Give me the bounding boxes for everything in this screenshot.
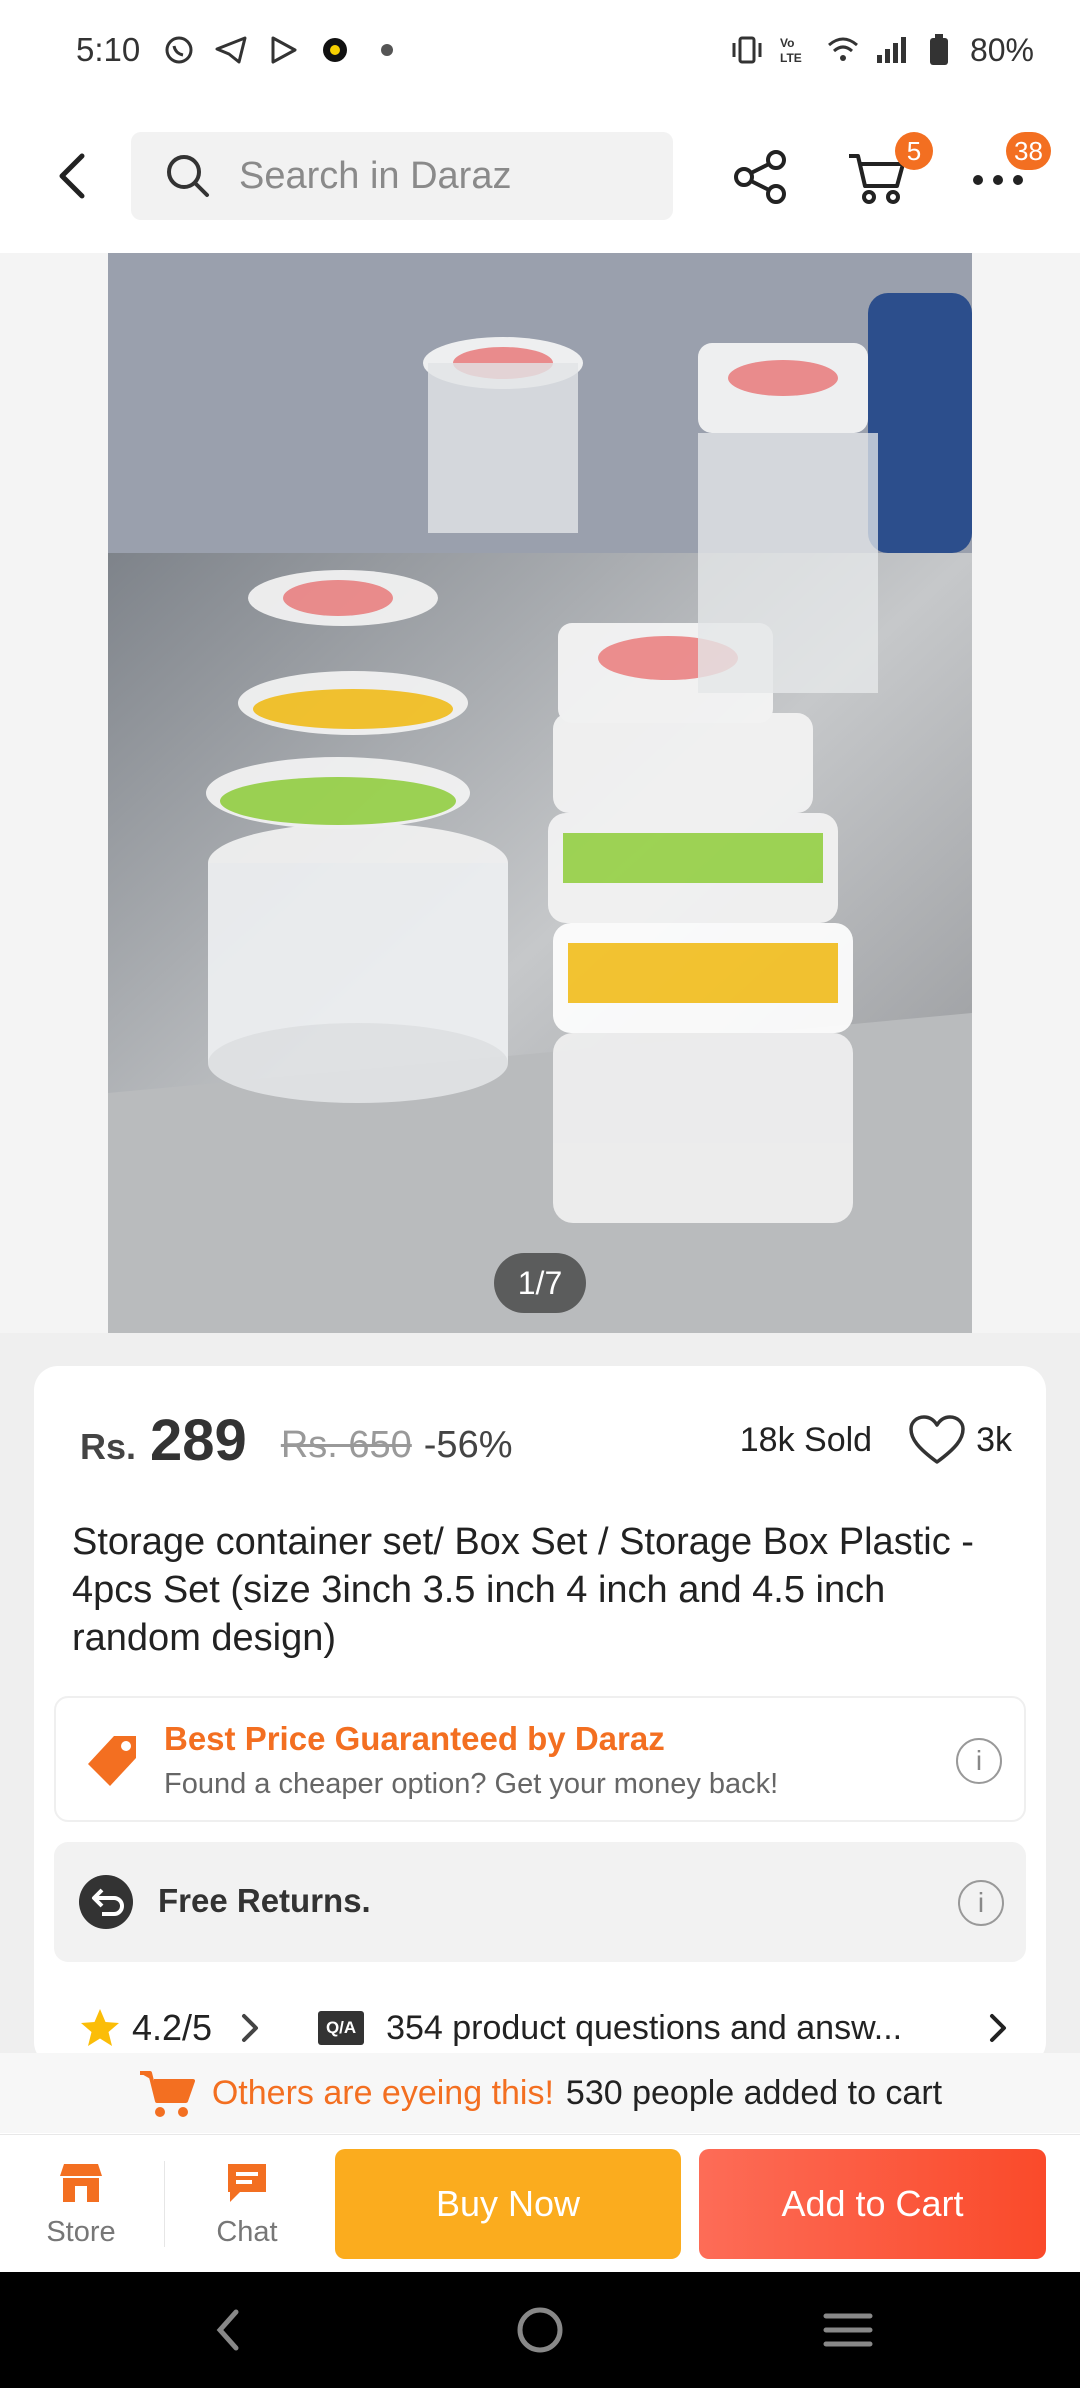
system-back-button[interactable] — [200, 2300, 260, 2360]
battery-percent: 80% — [969, 31, 1034, 68]
wishlist-button[interactable]: 3k — [908, 1414, 1012, 1466]
system-recents-button[interactable] — [818, 2300, 878, 2360]
chat-button[interactable]: Chat — [172, 2135, 322, 2273]
wishlist-count: 3k — [976, 1420, 1012, 1459]
system-icons: Vo LTE 80% — [730, 32, 1034, 69]
store-icon — [60, 2163, 102, 2202]
info-icon[interactable]: i — [958, 1880, 1004, 1926]
nav-back-icon — [216, 2309, 239, 2351]
wifi-icon — [826, 33, 860, 67]
star-icon — [81, 2009, 119, 2046]
search-input[interactable] — [239, 154, 639, 198]
telegram-icon — [214, 33, 248, 67]
qa-link[interactable]: 354 product questions and answ... — [386, 2009, 982, 2048]
svg-text:LTE: LTE — [780, 51, 802, 65]
chevron-left-icon — [59, 153, 85, 199]
return-icon — [79, 1875, 133, 1929]
eyeing-highlight: Others are eyeing this! — [211, 2073, 554, 2112]
product-info-card: Rs. 289 Rs. 650 -56% 18k Sold 3k Storage… — [34, 1366, 1046, 2066]
social-proof-banner: Others are eyeing this! 530 people added… — [0, 2053, 1080, 2133]
volte-icon: Vo LTE — [778, 33, 812, 67]
current-price: 289 — [150, 1407, 247, 1473]
svg-text:Vo: Vo — [780, 36, 794, 50]
chevron-right-icon[interactable] — [234, 2008, 264, 2048]
info-icon[interactable]: i — [956, 1738, 1002, 1784]
price-row: Rs. 289 Rs. 650 -56% 18k Sold 3k — [80, 1400, 1012, 1480]
search-icon — [167, 155, 209, 197]
divider — [164, 2161, 165, 2247]
guarantee-subtitle: Found a cheaper option? Get your money b… — [164, 1768, 779, 1800]
currency-label: Rs. — [80, 1426, 137, 1467]
product-image[interactable] — [108, 253, 972, 1333]
cart-icon — [139, 2071, 195, 2117]
best-price-guarantee[interactable]: Best Price Guaranteed by Daraz Found a c… — [54, 1696, 1026, 1822]
product-title: Storage container set/ Box Set / Storage… — [72, 1521, 974, 1659]
share-icon — [734, 150, 786, 204]
discount-percent: -56% — [423, 1423, 513, 1466]
storage-containers-photo — [108, 253, 972, 1333]
more-button[interactable]: 38 — [968, 132, 1051, 210]
chat-icon — [228, 2163, 266, 2202]
more-badge: 38 — [1006, 132, 1051, 170]
dot-icon — [370, 33, 404, 67]
free-returns-label: Free Returns. — [158, 1882, 371, 1919]
cart-button[interactable]: 5 — [845, 132, 933, 210]
add-to-cart-button[interactable]: Add to Cart — [699, 2149, 1046, 2259]
back-button[interactable] — [44, 146, 104, 206]
image-pager: 1/7 — [494, 1253, 586, 1313]
nav-menu-icon — [823, 2313, 873, 2347]
rating-score[interactable]: 4.2/5 — [132, 2007, 212, 2049]
chevron-right-icon[interactable] — [982, 2008, 1012, 2048]
original-price: Rs. 650 — [280, 1423, 412, 1466]
battery-icon — [922, 33, 956, 67]
system-navigation-bar — [0, 2272, 1080, 2388]
notification-icons — [162, 33, 404, 67]
free-returns[interactable]: Free Returns. i — [54, 1842, 1026, 1962]
search-bar[interactable] — [131, 132, 673, 220]
nav-home-icon — [517, 2307, 563, 2353]
share-button[interactable] — [728, 144, 794, 210]
eyeing-count-text: 530 people added to cart — [565, 2073, 943, 2112]
bottom-action-bar: Store Chat Buy Now Add to Cart — [0, 2134, 1080, 2272]
sold-count: 18k Sold — [739, 1420, 873, 1459]
store-label: Store — [46, 2215, 116, 2248]
product-gallery[interactable]: 1/7 — [0, 253, 1080, 1333]
whatsapp-icon — [162, 33, 196, 67]
buy-now-button[interactable]: Buy Now — [335, 2149, 681, 2259]
cart-badge: 5 — [895, 132, 933, 170]
app-icon — [318, 33, 352, 67]
chat-label: Chat — [216, 2215, 278, 2248]
qa-icon: Q/A — [318, 2011, 365, 2045]
play-icon — [266, 33, 300, 67]
price-tag-icon — [88, 1736, 136, 1786]
vibrate-icon — [730, 33, 764, 67]
status-time: 5:10 — [76, 31, 141, 68]
rating-qa-row: 4.2/5 Q/A 354 product questions and answ… — [78, 1998, 1012, 2058]
store-button[interactable]: Store — [6, 2135, 156, 2273]
signal-icon — [874, 33, 908, 67]
status-bar: 5:10 Vo LTE 80% — [0, 0, 1080, 100]
guarantee-title: Best Price Guaranteed by Daraz — [164, 1720, 665, 1757]
system-home-button[interactable] — [510, 2300, 570, 2360]
heart-icon — [909, 1415, 965, 1464]
top-header: 5 38 — [0, 100, 1080, 252]
